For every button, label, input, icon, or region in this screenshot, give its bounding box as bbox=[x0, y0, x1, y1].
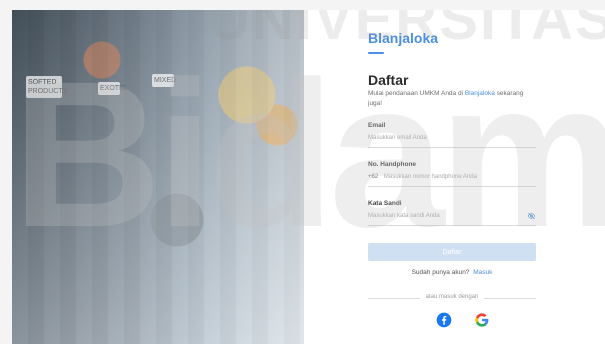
brand-underline bbox=[368, 52, 384, 54]
login-link[interactable]: Masuk bbox=[473, 269, 492, 276]
phone-label: No. Handphone bbox=[368, 161, 417, 168]
signup-form-panel: Blanjaloka Daftar Mulai pendanaan UMKM A… bbox=[304, 10, 605, 344]
market-photo: SOFTED PRODUCTS EXOTIC MIXED bbox=[12, 10, 304, 344]
facebook-icon[interactable] bbox=[436, 312, 452, 328]
phone-field: No. Handphone +62 Masukkan nomor handpho… bbox=[368, 161, 536, 187]
phone-input[interactable]: +62 Masukkan nomor handphone Anda bbox=[368, 174, 536, 187]
password-placeholder: Masukkan kata sandi Anda bbox=[368, 213, 440, 219]
have-account-text: Sudah punya akun? bbox=[411, 269, 470, 276]
email-label: Email bbox=[368, 122, 386, 129]
email-field: Email Masukkan email Anda bbox=[368, 122, 536, 148]
price-sign: EXOTIC bbox=[98, 82, 126, 95]
phone-prefix: +62 bbox=[368, 174, 379, 180]
phone-placeholder: Masukkan nomor handphone Anda bbox=[383, 174, 477, 180]
subtitle: Mulai pendanaan UMKM Anda di Blanjaloka … bbox=[368, 89, 538, 109]
email-placeholder: Masukkan email Anda bbox=[368, 135, 427, 141]
subtitle-brand-link[interactable]: Blanjaloka bbox=[465, 90, 495, 97]
page-title: Daftar bbox=[368, 72, 409, 88]
eye-off-icon[interactable] bbox=[527, 212, 536, 220]
signup-screen: SOFTED PRODUCTS EXOTIC MIXED Blanjaloka … bbox=[12, 10, 605, 344]
social-divider: atau masuk dengan bbox=[368, 294, 536, 302]
brand-logo: Blanjaloka bbox=[368, 30, 439, 46]
login-row: Sudah punya akun? Masuk bbox=[368, 269, 536, 276]
email-input[interactable]: Masukkan email Anda bbox=[368, 135, 536, 148]
password-label: Kata Sandi bbox=[368, 200, 402, 207]
google-icon[interactable] bbox=[474, 312, 490, 328]
submit-button[interactable]: Daftar bbox=[368, 243, 536, 261]
divider-line-right bbox=[484, 298, 536, 299]
password-field: Kata Sandi Masukkan kata sandi Anda bbox=[368, 200, 536, 226]
password-input[interactable]: Masukkan kata sandi Anda bbox=[368, 212, 536, 226]
price-sign: MIXED bbox=[152, 74, 176, 87]
divider-text: atau masuk dengan bbox=[425, 294, 479, 300]
price-sign: SOFTED PRODUCTS bbox=[26, 76, 67, 98]
subtitle-prefix: Mulai pendanaan UMKM Anda di bbox=[368, 90, 464, 97]
